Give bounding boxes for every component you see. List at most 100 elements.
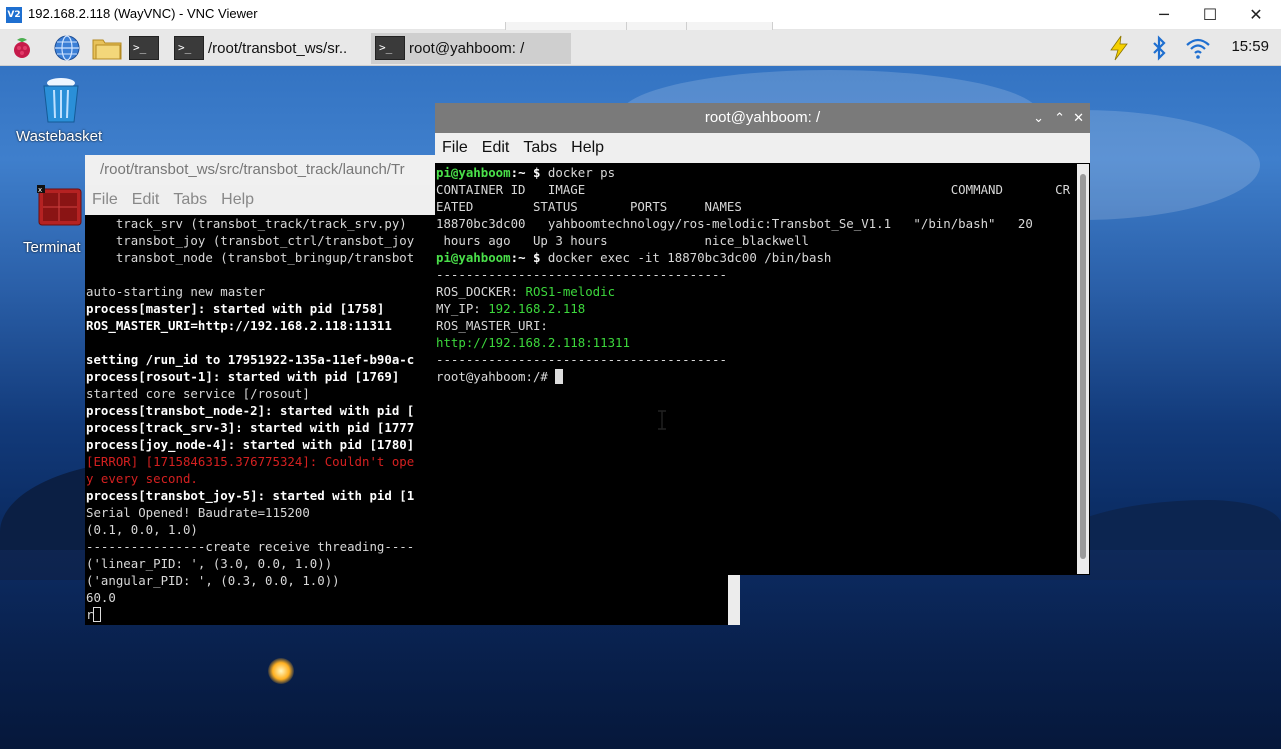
- terminal-text: ---------------------------------------: [436, 267, 727, 282]
- vnc-titlebar: V2 192.168.2.118 (WayVNC) - VNC Viewer ─…: [0, 0, 1281, 32]
- terminal-text: EATED STATUS PORTS NAMES: [436, 199, 742, 214]
- terminal-text: [ERROR] [1715846315.376775324]: Couldn't…: [86, 454, 415, 469]
- menu-file[interactable]: File: [435, 133, 475, 163]
- terminal-text: process[master]: started with pid [1758]: [86, 301, 385, 316]
- vnc-maximize-button[interactable]: ☐: [1187, 0, 1233, 30]
- terminal-line: ROS_DOCKER: ROS1-melodic: [436, 283, 1070, 300]
- terminal-launcher-icon[interactable]: >_: [129, 36, 159, 60]
- terminal-line: Serial Opened! Baudrate=115200: [86, 504, 414, 521]
- terminal-text: ----------------create receive threading…: [86, 539, 415, 554]
- taskbar-task-label: /root/transbot_ws/sr..: [208, 40, 348, 57]
- terminal-line: MY_IP: 192.168.2.118: [436, 300, 1070, 317]
- terminal-text: transbot_node (transbot_bringup/transbot: [86, 250, 415, 265]
- terminal-line: hours ago Up 3 hours nice_blackwell: [436, 232, 1070, 249]
- window-title-text: root@yahboom: /: [704, 109, 821, 126]
- raspberry-menu-icon[interactable]: [8, 34, 36, 62]
- terminal-text: auto-starting new master: [86, 284, 266, 299]
- taskbar-task-yahboom[interactable]: >_ root@yahboom: /: [371, 33, 571, 64]
- terminal-text: $: [533, 250, 548, 265]
- bluetooth-icon[interactable]: [1145, 34, 1173, 62]
- desktop-icon-wastebasket[interactable]: Wastebasket: [15, 72, 110, 152]
- close-icon[interactable]: ✕: [1073, 103, 1084, 133]
- terminal-text: process[rosout-1]: started with pid [176…: [86, 369, 400, 384]
- minimize-icon[interactable]: ⌄: [1033, 103, 1044, 133]
- svg-text:x: x: [38, 186, 42, 194]
- terminal-line: ('angular_PID: ', (0.3, 0.0, 1.0)): [86, 572, 414, 589]
- scrollbar-thumb[interactable]: [1080, 174, 1086, 559]
- terminal-line: root@yahboom:/#: [436, 368, 1070, 385]
- terminal-text: :~: [510, 165, 533, 180]
- terminal-text: ('linear_PID: ', (3.0, 0.0, 1.0)): [86, 556, 333, 571]
- terminal-text: track_srv (transbot_track/track_srv.py): [86, 216, 407, 231]
- lightning-icon[interactable]: [1105, 34, 1133, 62]
- terminal-text: y every second.: [86, 471, 198, 486]
- terminal-line: process[transbot_node-2]: started with p…: [86, 402, 414, 419]
- terminal-line: ---------------------------------------: [436, 266, 1070, 283]
- terminal-text: CONTAINER ID IMAGE COMMAND CR: [436, 182, 1071, 197]
- wifi-icon[interactable]: [1184, 34, 1212, 62]
- terminal-text: Serial Opened! Baudrate=115200: [86, 505, 310, 520]
- menu-help[interactable]: Help: [564, 133, 611, 163]
- terminal-cursor: [93, 607, 102, 622]
- file-manager-icon[interactable]: [91, 34, 123, 62]
- vnc-minimize-button[interactable]: ─: [1141, 0, 1187, 30]
- terminal-icon: >_: [174, 36, 204, 60]
- menu-help[interactable]: Help: [214, 185, 261, 215]
- terminal-line: CONTAINER ID IMAGE COMMAND CR: [436, 181, 1070, 198]
- terminal-text: transbot_joy (transbot_ctrl/transbot_joy: [86, 233, 415, 248]
- terminal-line: ---------------------------------------: [436, 351, 1070, 368]
- terminal-line: pi@yahboom:~ $ docker exec -it 18870bc3d…: [436, 249, 1070, 266]
- vnc-close-button[interactable]: ✕: [1233, 0, 1279, 30]
- terminal-line: [ERROR] [1715846315.376775324]: Couldn't…: [86, 453, 414, 470]
- menu-bar: File Edit Tabs Help: [435, 133, 1090, 163]
- terminal-output[interactable]: track_srv (transbot_track/track_srv.py) …: [86, 215, 414, 623]
- terminal-text: :~: [510, 250, 533, 265]
- taskbar: >_ >_ /root/transbot_ws/sr.. >_ root@yah…: [0, 30, 1281, 66]
- terminal-line: process[rosout-1]: started with pid [176…: [86, 368, 414, 385]
- window-title[interactable]: root@yahboom: / ⌄ ⌃ ✕: [435, 103, 1090, 133]
- menu-file[interactable]: File: [85, 185, 125, 215]
- terminal-text: hours ago Up 3 hours nice_blackwell: [436, 233, 809, 248]
- maximize-icon[interactable]: ⌃: [1054, 103, 1065, 133]
- terminal-text: http://192.168.2.118:11311: [436, 335, 630, 350]
- taskbar-task-transbot[interactable]: >_ /root/transbot_ws/sr..: [170, 33, 368, 64]
- vnc-logo-icon: V2: [6, 7, 22, 23]
- scrollbar[interactable]: [728, 575, 740, 625]
- terminal-text: started core service [/rosout]: [86, 386, 310, 401]
- desktop-icon-label: Terminat: [23, 239, 81, 256]
- menu-tabs[interactable]: Tabs: [166, 185, 214, 215]
- terminal-text: process[transbot_joy-5]: started with pi…: [86, 488, 415, 503]
- web-browser-icon[interactable]: [53, 34, 81, 62]
- terminal-line: track_srv (transbot_track/track_srv.py): [86, 215, 414, 232]
- menu-edit[interactable]: Edit: [475, 133, 517, 163]
- terminal-text: ROS_MASTER_URI=http://192.168.2.118:1131…: [86, 318, 392, 333]
- terminal-text: process[joy_node-4]: started with pid [1…: [86, 437, 415, 452]
- terminal-line: 60.0: [86, 589, 414, 606]
- terminal-line: pi@yahboom:~ $ docker ps: [436, 164, 1070, 181]
- terminal-line: process[transbot_joy-5]: started with pi…: [86, 487, 414, 504]
- terminal-text: ROS_MASTER_URI:: [436, 318, 548, 333]
- terminal-line: process[joy_node-4]: started with pid [1…: [86, 436, 414, 453]
- vnc-window-title: 192.168.2.118 (WayVNC) - VNC Viewer: [28, 6, 258, 21]
- taskbar-task-label: root@yahboom: /: [409, 40, 525, 57]
- yahboom-terminal-window[interactable]: root@yahboom: / ⌄ ⌃ ✕ File Edit Tabs Help p…: [435, 103, 1090, 575]
- terminal-line: process[master]: started with pid [1758]: [86, 300, 414, 317]
- menu-tabs[interactable]: Tabs: [516, 133, 564, 163]
- terminal-line: auto-starting new master: [86, 283, 414, 300]
- terminal-line: ROS_MASTER_URI:: [436, 317, 1070, 334]
- terminal-icon: >_: [375, 36, 405, 60]
- wastebasket-icon: [43, 78, 79, 123]
- terminal-line: 18870bc3dc00 yahboomtechnology/ros-melod…: [436, 215, 1070, 232]
- terminal-text: MY_IP:: [436, 301, 489, 316]
- terminal-text: docker exec -it 18870bc3dc00 /bin/bash: [547, 250, 832, 265]
- scrollbar[interactable]: [1077, 164, 1089, 574]
- terminal-line: ('linear_PID: ', (3.0, 0.0, 1.0)): [86, 555, 414, 572]
- terminal-output[interactable]: pi@yahboom:~ $ docker ps CONTAINER ID IMA…: [436, 164, 1070, 385]
- menu-edit[interactable]: Edit: [125, 185, 167, 215]
- terminal-line: transbot_joy (transbot_ctrl/transbot_joy: [86, 232, 414, 249]
- terminal-line: ROS_MASTER_URI=http://192.168.2.118:1131…: [86, 317, 414, 334]
- terminal-text: ---------------------------------------: [436, 352, 727, 367]
- terminal-text: setting /run_id to 17951922-135a-11ef-b9…: [86, 352, 415, 367]
- lantern-light: [268, 658, 294, 684]
